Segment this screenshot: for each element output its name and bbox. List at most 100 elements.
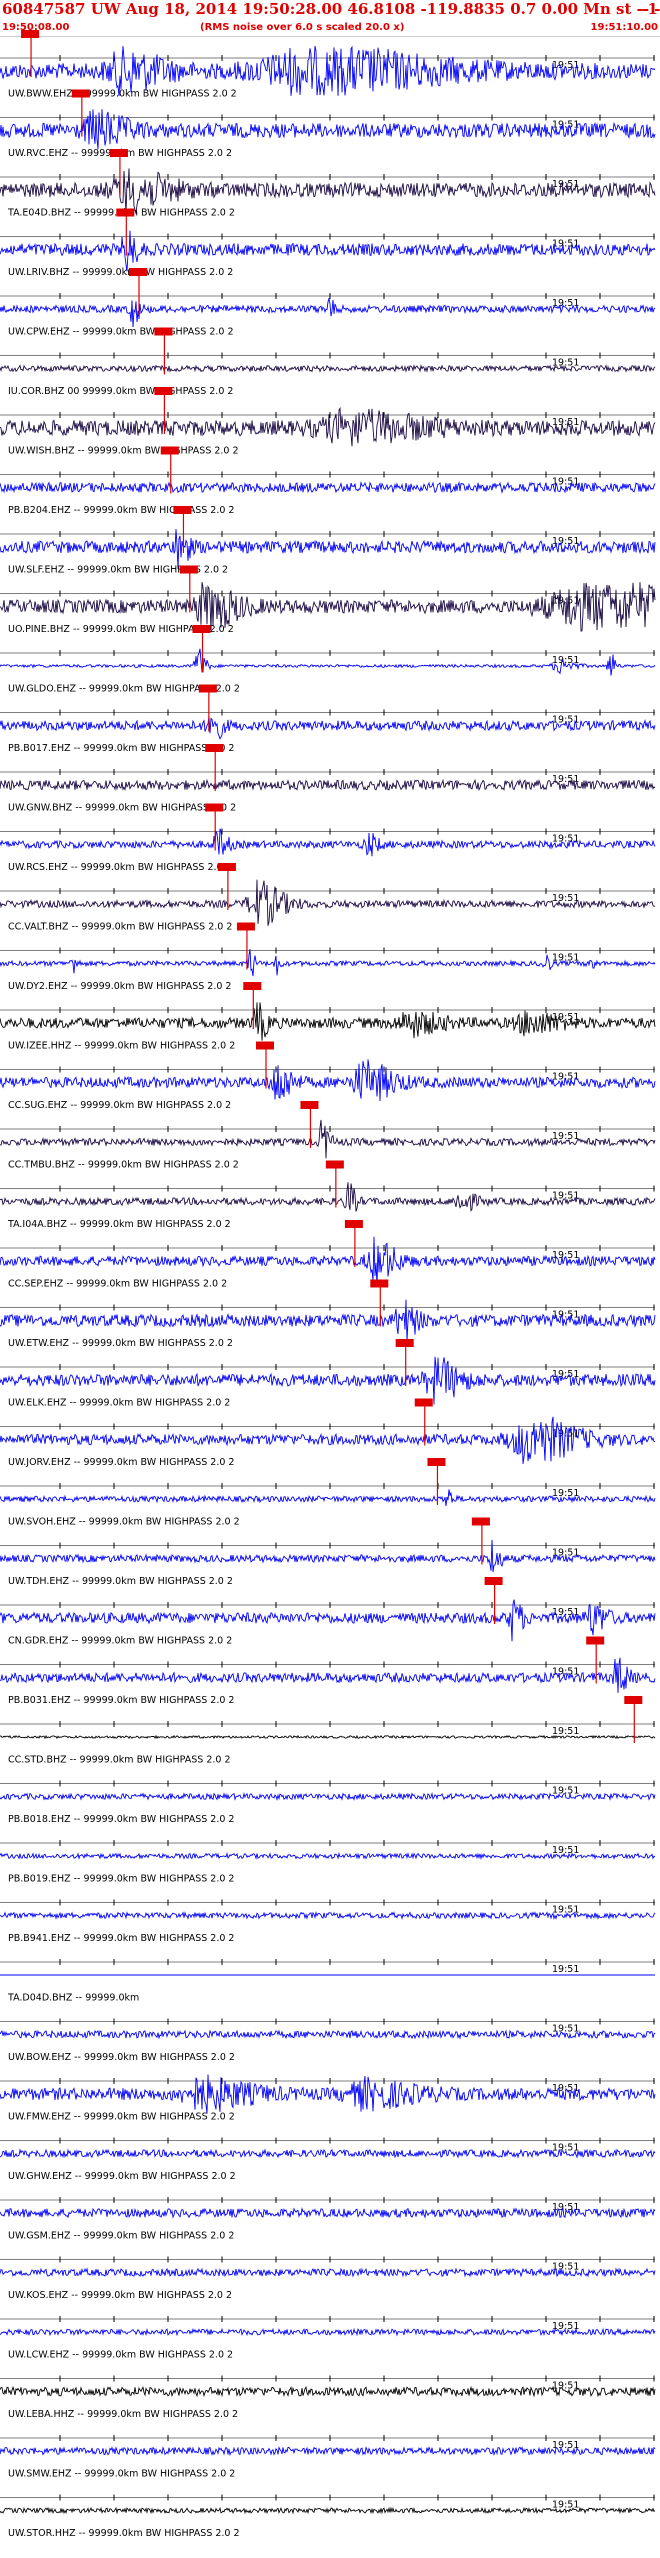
trace-group: 19:51UW.IZEE.HHZ -- 99999.0km BW HIGHPAS… (0, 982, 656, 1052)
trace-group: 19:51 TA.D04D.BHZ -- 99999.0km (0, 1959, 655, 2004)
trace-group: 19:51PB.B019.EHZ -- 99999.0km BW HIGHPAS… (0, 1840, 656, 1885)
waveform-trace (0, 1852, 656, 1860)
phase-pick-marker (256, 1041, 274, 1050)
phase-pick-marker (198, 684, 217, 693)
phase-pick-marker (109, 149, 128, 157)
phase-pick-marker (484, 1577, 503, 1585)
channel-label: PB.B031.EHZ -- 99999.0km BW HIGHPASS 2.0… (8, 1695, 234, 1706)
trace-group: 19:51UW.LCW.EHZ -- 99999.0km BW HIGHPASS… (0, 2316, 656, 2361)
trace-group: 19:51 UW.GNW.BHZ -- 99999.0km BW HIGHPASS… (0, 744, 656, 814)
trace-group: 19:51 UW.BWW.EHZ -- 99999.0km BW HIGHPASS… (0, 30, 656, 100)
channel-label: UW.STOR.HHZ -- 99999.0km BW HIGHPASS 2.0… (8, 2528, 240, 2539)
trace-group: 19:51UW.FMW.EHZ -- 99999.0km BW HIGHPASS… (0, 2074, 656, 2123)
waveform-trace (0, 2327, 656, 2337)
trace-group: 19:51UW.BOW.EHZ -- 99999.0km BW HIGHPASS… (0, 2018, 656, 2063)
waveform-trace (0, 1119, 656, 1159)
time-tick-label: 19:51 (552, 1667, 579, 1678)
trace-group: 19:51 PB.B031.EHZ -- 99999.0km BW HIGHPAS… (0, 1636, 656, 1706)
channel-label: UW.LEBA.HHZ -- 99999.0km BW HIGHPASS 2.0… (8, 2409, 238, 2420)
channel-label: UW.BOW.EHZ -- 99999.0km BW HIGHPASS 2.0 … (8, 2052, 235, 2063)
trace-group: 19:51PB.B018.EHZ -- 99999.0km BW HIGHPAS… (0, 1780, 656, 1825)
trace-group: 19:51UW.TDH.EHZ -- 99999.0km BW HIGHPASS… (0, 1517, 656, 1587)
channel-label: CC.SEP.EHZ -- 99999.0km BW HIGHPASS 2.0 … (8, 1279, 227, 1290)
channel-label: UW.GSM.EHZ -- 99999.0km BW HIGHPASS 2.0 … (8, 2231, 234, 2242)
trace-group: 19:51UW.CPW.EHZ -- 99999.0km BW HIGHPASS… (0, 268, 656, 338)
trace-group: 19:51UW.KOS.EHZ -- 99999.0km BW HIGHPASS… (0, 2256, 656, 2301)
trace-group: 19:51TA.E04D.BHZ -- 99999.0km BW HIGHPAS… (0, 149, 656, 219)
channel-label: UW.SMW.EHZ -- 99999.0km BW HIGHPASS 2.0 … (8, 2469, 235, 2480)
waveform-trace (0, 2446, 656, 2457)
seismogram-panel: 19:51 UW.BWW.EHZ -- 99999.0km BW HIGHPASS… (0, 30, 656, 2539)
trace-group: 19:51UW.RVC.EHZ -- 99999.0km BW HIGHPASS… (0, 89, 656, 159)
trace-group: 19:51IU.COR.BHZ 00 99999.0km BW HIGHPASS… (0, 327, 656, 397)
trace-group: 19:51UW.GLDO.EHZ -- 99999.0km BW HIGHPAS… (0, 625, 656, 695)
channel-label: UW.BWW.EHZ -- 99999.0km BW HIGHPASS 2.0 … (8, 89, 237, 100)
channel-label: IU.COR.BHZ 00 99999.0km BW HIGHPASS 2.0 … (8, 386, 233, 397)
trace-group: 19:51UW.STOR.HHZ -- 99999.0km BW HIGHPAS… (0, 2494, 656, 2539)
time-tick-label: 19:51 (552, 1131, 579, 1142)
phase-pick-marker (427, 1458, 446, 1466)
waveform-trace (0, 1539, 656, 1573)
channel-label: UW.WISH.BHZ -- 99999.0km BW HIGHPASS 2.0… (8, 446, 239, 457)
channel-label: UW.LRIV.BHZ -- 99999.0km BW HIGHPASS 2.0… (8, 267, 233, 278)
phase-pick-marker (205, 803, 224, 812)
channel-label: UW.GNW.BHZ -- 99999.0km BW HIGHPASS 2.0 … (8, 803, 236, 814)
phase-pick-marker (624, 1696, 643, 1704)
channel-label: TA.I04A.BHZ -- 99999.0km BW HIGHPASS 2.0… (7, 1219, 231, 1230)
phase-pick-marker (71, 89, 90, 98)
channel-label: PB.B941.EHZ -- 99999.0km BW HIGHPASS 2.0… (8, 1933, 234, 1944)
time-tick-label: 19:51 (552, 60, 579, 71)
phase-pick-marker (471, 1517, 490, 1526)
channel-label: UW.ELK.EHZ -- 99999.0km BW HIGHPASS 2.0 … (8, 1398, 230, 1409)
trace-group: 19:51TA.I04A.BHZ -- 99999.0km BW HIGHPAS… (0, 1160, 656, 1230)
phase-pick-marker (370, 1279, 389, 1288)
trace-group: 19:51UW.WISH.BHZ -- 99999.0km BW HIGHPAS… (0, 387, 656, 457)
phase-pick-marker (129, 268, 147, 276)
channel-label: UW.CPW.EHZ -- 99999.0km BW HIGHPASS 2.0 … (8, 327, 234, 338)
phase-pick-marker (205, 744, 224, 752)
phase-pick-marker (414, 1398, 433, 1407)
time-tick-label: 19:51 (552, 1905, 579, 1916)
channel-label: CC.TMBU.BHZ -- 99999.0km BW HIGHPASS 2.0… (8, 1160, 239, 1171)
channel-label: PB.B019.EHZ -- 99999.0km BW HIGHPASS 2.0… (8, 1874, 234, 1885)
trace-group: 19:51CN.GDR.EHZ -- 99999.0km BW HIGHPASS… (0, 1577, 656, 1647)
trace-group: 19:51PB.B204.EHZ -- 99999.0km BW HIGHPAS… (0, 446, 656, 516)
trace-group: 19:51UW.LRIV.BHZ -- 99999.0km BW HIGHPAS… (0, 208, 656, 278)
trace-group: 19:51CC.SUG.EHZ -- 99999.0km BW HIGHPASS… (0, 1041, 656, 1111)
waveform-trace (0, 778, 656, 792)
trace-group: 19:51UW.GSM.EHZ -- 99999.0km BW HIGHPASS… (0, 2197, 656, 2242)
channel-label: UW.KOS.EHZ -- 99999.0km BW HIGHPASS 2.0 … (8, 2290, 232, 2301)
trace-group: 19:51UW.DY2.EHZ -- 99999.0km BW HIGHPASS… (0, 922, 656, 992)
channel-label: CN.GDR.EHZ -- 99999.0km BW HIGHPASS 2.0 … (8, 1636, 232, 1647)
trace-group: 19:51CC.VALT.BHZ -- 99999.0km BW HIGHPAS… (0, 863, 656, 933)
phase-pick-marker (192, 625, 211, 633)
time-tick-label: 19:51 (552, 834, 579, 845)
trace-group: 19:51 PB.B941.EHZ -- 99999.0km BW HIGHPAS… (0, 1899, 656, 1944)
channel-label: UW.DY2.EHZ -- 99999.0km BW HIGHPASS 2.0 … (8, 981, 231, 992)
waveform-trace (0, 879, 656, 926)
waveform-trace (0, 480, 656, 494)
channel-label: UW.JORV.EHZ -- 99999.0km BW HIGHPASS 2.0… (8, 1457, 234, 1468)
trace-group: 19:51UO.PINE.BHZ -- 99999.0km BW HIGHPAS… (0, 565, 656, 635)
channel-label: UW.GHW.EHZ -- 99999.0km BW HIGHPASS 2.0 … (8, 2171, 236, 2182)
waveform-trace (0, 2074, 656, 2114)
trace-group: 19:51CC.STD.BHZ -- 99999.0km BW HIGHPASS… (0, 1696, 656, 1766)
channel-label: PB.B018.EHZ -- 99999.0km BW HIGHPASS 2.0… (8, 1814, 234, 1825)
channel-label: UW.SVOH.EHZ -- 99999.0km BW HIGHPASS 2.0… (8, 1517, 240, 1528)
channel-label: UW.IZEE.HHZ -- 99999.0km BW HIGHPASS 2.0… (8, 1041, 235, 1052)
waveform-trace (0, 1002, 656, 1041)
channel-label: UW.RCS.EHZ -- 99999.0km BW HIGHPASS 2.0 … (8, 862, 232, 873)
phase-pick-marker (21, 30, 40, 38)
phase-pick-marker (179, 565, 198, 574)
phase-pick-marker (116, 208, 135, 217)
time-tick-label: 19:51 (552, 774, 579, 785)
waveform-trace (0, 363, 656, 373)
channel-label: CC.VALT.BHZ -- 99999.0km BW HIGHPASS 2.0… (8, 922, 232, 933)
phase-pick-marker (300, 1101, 319, 1109)
channel-label: UW.ETW.EHZ -- 99999.0km BW HIGHPASS 2.0 … (8, 1338, 233, 1349)
phase-pick-marker (154, 327, 173, 336)
phase-pick-marker (344, 1220, 363, 1228)
phase-pick-marker (395, 1339, 414, 1347)
trace-group: 19:51UW.ELK.EHZ -- 99999.0km BW HIGHPASS… (0, 1339, 656, 1409)
waveform-trace (0, 2029, 656, 2040)
